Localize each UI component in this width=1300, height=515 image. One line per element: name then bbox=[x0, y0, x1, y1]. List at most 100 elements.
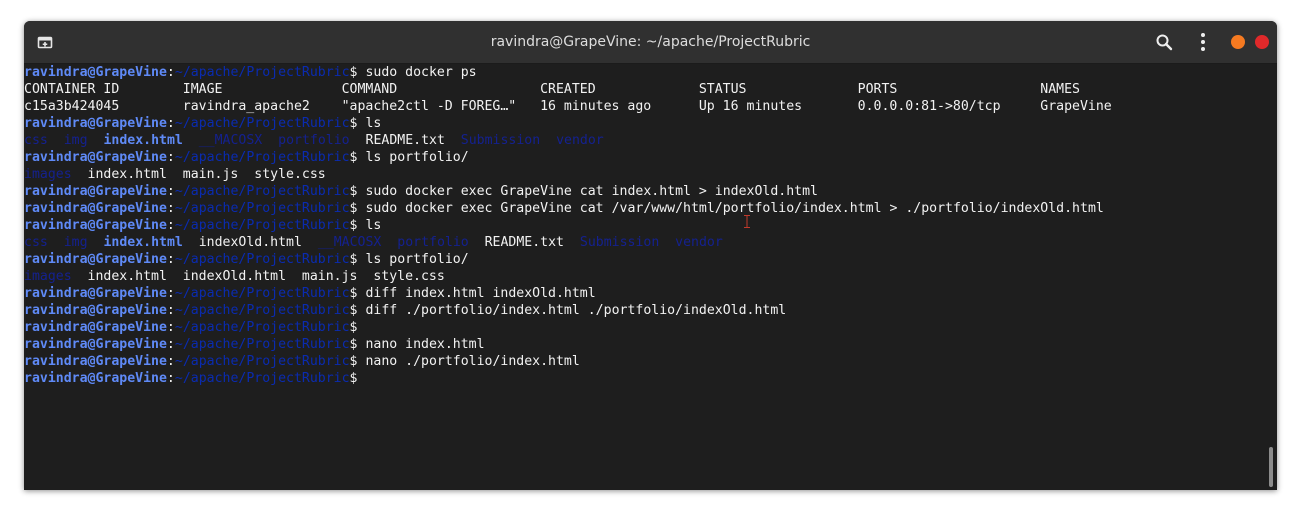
prompt-path: ~/apache/ProjectRubric bbox=[174, 116, 350, 131]
scrollbar-thumb[interactable] bbox=[1269, 447, 1273, 487]
prompt-separator: : bbox=[166, 320, 175, 335]
output-line: images index.html main.js style.css bbox=[24, 166, 1264, 183]
scrollbar[interactable] bbox=[1266, 64, 1277, 490]
prompt-separator: : bbox=[166, 184, 175, 199]
prompt-line: ravindra@GrapeVine:~/apache/ProjectRubri… bbox=[24, 115, 1264, 132]
command-text: ls portfolio/ bbox=[357, 252, 469, 267]
output-text: README.txt bbox=[349, 133, 461, 148]
close-icon[interactable] bbox=[1255, 35, 1269, 49]
prompt-path: ~/apache/ProjectRubric bbox=[174, 286, 350, 301]
prompt-user: ravindra@GrapeVine bbox=[24, 116, 167, 131]
prompt-path: ~/apache/ProjectRubric bbox=[174, 218, 350, 233]
directory-name: Submission bbox=[579, 235, 660, 250]
prompt-dollar: $ bbox=[349, 184, 358, 199]
prompt-path: ~/apache/ProjectRubric bbox=[174, 201, 350, 216]
prompt-dollar: $ bbox=[349, 320, 358, 335]
command-text: diff ./portfolio/index.html ./portfolio/… bbox=[357, 303, 787, 318]
prompt-user: ravindra@GrapeVine bbox=[24, 337, 167, 352]
prompt-separator: : bbox=[166, 116, 175, 131]
prompt-separator: : bbox=[166, 354, 175, 369]
prompt-user: ravindra@GrapeVine bbox=[24, 184, 167, 199]
directory-name: img bbox=[63, 133, 88, 148]
prompt-dollar: $ bbox=[349, 150, 358, 165]
prompt-dollar: $ bbox=[349, 116, 358, 131]
directory-name: images bbox=[24, 167, 72, 182]
prompt-path: ~/apache/ProjectRubric bbox=[174, 150, 350, 165]
directory-name: __MACOSX bbox=[317, 235, 382, 250]
prompt-separator: : bbox=[166, 286, 175, 301]
prompt-line: ravindra@GrapeVine:~/apache/ProjectRubri… bbox=[24, 353, 1264, 370]
command-text: sudo docker ps bbox=[357, 65, 477, 80]
directory-name: portfolio bbox=[397, 235, 469, 250]
output-line: CONTAINER ID IMAGE COMMAND CREATED STATU… bbox=[24, 81, 1264, 98]
prompt-path: ~/apache/ProjectRubric bbox=[174, 371, 350, 386]
prompt-user: ravindra@GrapeVine bbox=[24, 252, 167, 267]
directory-name: css bbox=[24, 235, 48, 250]
prompt-dollar: $ bbox=[349, 218, 358, 233]
prompt-user: ravindra@GrapeVine bbox=[24, 65, 167, 80]
prompt-separator: : bbox=[166, 150, 175, 165]
output-line: css img index.html __MACOSX portfolio RE… bbox=[24, 132, 1264, 149]
prompt-separator: : bbox=[166, 201, 175, 216]
kebab-menu-icon[interactable] bbox=[1197, 32, 1209, 52]
prompt-separator: : bbox=[166, 252, 175, 267]
prompt-user: ravindra@GrapeVine bbox=[24, 201, 167, 216]
prompt-path: ~/apache/ProjectRubric bbox=[174, 184, 350, 199]
output-text: index.html indexOld.html main.js style.c… bbox=[71, 269, 445, 284]
prompt-path: ~/apache/ProjectRubric bbox=[174, 354, 350, 369]
title-bar: ravindra@GrapeVine: ~/apache/ProjectRubr… bbox=[24, 21, 1277, 64]
command-text: nano ./portfolio/index.html bbox=[357, 354, 580, 369]
prompt-user: ravindra@GrapeVine bbox=[24, 150, 167, 165]
output-text: indexOld.html bbox=[182, 235, 318, 250]
prompt-user: ravindra@GrapeVine bbox=[24, 354, 167, 369]
highlighted-file: index.html bbox=[103, 235, 183, 250]
terminal-output[interactable]: ravindra@GrapeVine:~/apache/ProjectRubri… bbox=[24, 64, 1264, 490]
command-text: nano index.html bbox=[357, 337, 485, 352]
prompt-line: ravindra@GrapeVine:~/apache/ProjectRubri… bbox=[24, 285, 1264, 302]
prompt-dollar: $ bbox=[349, 371, 358, 386]
prompt-dollar: $ bbox=[349, 354, 358, 369]
prompt-dollar: $ bbox=[349, 337, 358, 352]
search-icon[interactable] bbox=[1155, 33, 1173, 51]
directory-name: __MACOSX bbox=[198, 133, 263, 148]
output-line: images index.html indexOld.html main.js … bbox=[24, 268, 1264, 285]
output-text: CONTAINER ID IMAGE COMMAND CREATED STATU… bbox=[24, 82, 1080, 97]
prompt-line: ravindra@GrapeVine:~/apache/ProjectRubri… bbox=[24, 149, 1264, 166]
output-text: index.html main.js style.css bbox=[71, 167, 326, 182]
prompt-separator: : bbox=[166, 65, 175, 80]
prompt-dollar: $ bbox=[349, 201, 358, 216]
prompt-dollar: $ bbox=[349, 252, 358, 267]
prompt-separator: : bbox=[166, 371, 175, 386]
directory-name: Submission bbox=[460, 133, 541, 148]
output-text: README.txt bbox=[468, 235, 580, 250]
directory-name: portfolio bbox=[278, 133, 350, 148]
prompt-path: ~/apache/ProjectRubric bbox=[174, 252, 350, 267]
directory-name: images bbox=[24, 269, 72, 284]
minimize-icon[interactable] bbox=[1231, 35, 1245, 49]
highlighted-file: index.html bbox=[103, 133, 183, 148]
prompt-line: ravindra@GrapeVine:~/apache/ProjectRubri… bbox=[24, 251, 1264, 268]
prompt-line: ravindra@GrapeVine:~/apache/ProjectRubri… bbox=[24, 200, 1264, 217]
prompt-line: ravindra@GrapeVine:~/apache/ProjectRubri… bbox=[24, 319, 1264, 336]
directory-name: css bbox=[24, 133, 48, 148]
prompt-user: ravindra@GrapeVine bbox=[24, 286, 167, 301]
prompt-dollar: $ bbox=[349, 303, 358, 318]
prompt-path: ~/apache/ProjectRubric bbox=[174, 65, 350, 80]
prompt-path: ~/apache/ProjectRubric bbox=[174, 337, 350, 352]
prompt-dollar: $ bbox=[349, 65, 358, 80]
command-text: sudo docker exec GrapeVine cat /var/www/… bbox=[357, 201, 1104, 216]
prompt-user: ravindra@GrapeVine bbox=[24, 218, 167, 233]
output-text: c15a3b424045 ravindra_apache2 "apache2ct… bbox=[24, 99, 1112, 114]
prompt-path: ~/apache/ProjectRubric bbox=[174, 320, 350, 335]
prompt-user: ravindra@GrapeVine bbox=[24, 303, 167, 318]
output-line: css img index.html indexOld.html __MACOS… bbox=[24, 234, 1264, 251]
